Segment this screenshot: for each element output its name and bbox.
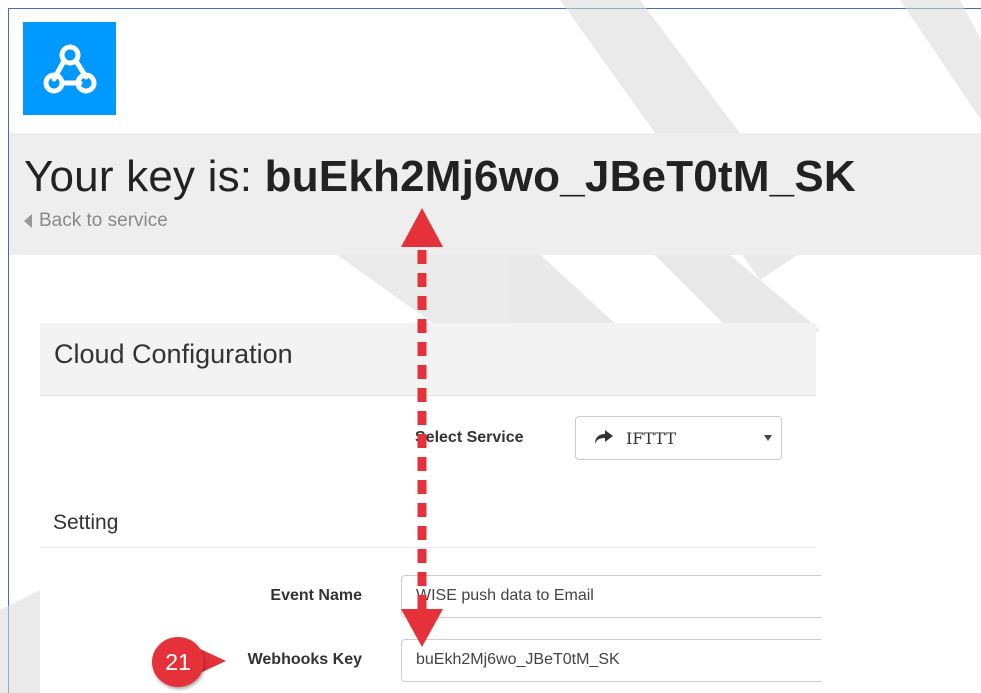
setting-section-title: Setting — [53, 511, 119, 534]
key-prefix: Your key is: — [24, 152, 265, 201]
caret-left-icon — [24, 214, 32, 228]
back-to-service-link[interactable]: Back to service — [24, 210, 168, 232]
divider — [40, 547, 816, 548]
key-heading: Your key is: buEkh2Mj6wo_JBeT0tM_SK — [24, 152, 856, 202]
key-banner: Your key is: buEkh2Mj6wo_JBeT0tM_SK Back… — [9, 133, 981, 255]
select-service-value: IFTTT — [626, 429, 677, 448]
panel-title: Cloud Configuration — [54, 339, 293, 369]
select-service-dropdown[interactable]: IFTTT — [575, 416, 782, 460]
panel-header: Cloud Configuration — [40, 323, 816, 396]
webhooks-logo — [23, 22, 116, 115]
event-name-label: Event Name — [270, 587, 362, 604]
select-service-label: Select Service — [415, 429, 524, 446]
key-value: buEkh2Mj6wo_JBeT0tM_SK — [264, 152, 856, 201]
chevron-down-icon — [764, 435, 772, 441]
webhooks-key-input[interactable]: buEkh2Mj6wo_JBeT0tM_SK — [401, 639, 821, 682]
event-name-input[interactable]: WISE push data to Email — [401, 575, 821, 618]
webhooks-icon — [43, 44, 96, 93]
cloud-configuration-panel: Cloud Configuration Select Service IFTTT… — [40, 323, 821, 693]
share-arrow-icon — [595, 430, 613, 444]
step-number-badge: 21 — [152, 637, 204, 687]
back-link-label: Back to service — [39, 210, 168, 231]
